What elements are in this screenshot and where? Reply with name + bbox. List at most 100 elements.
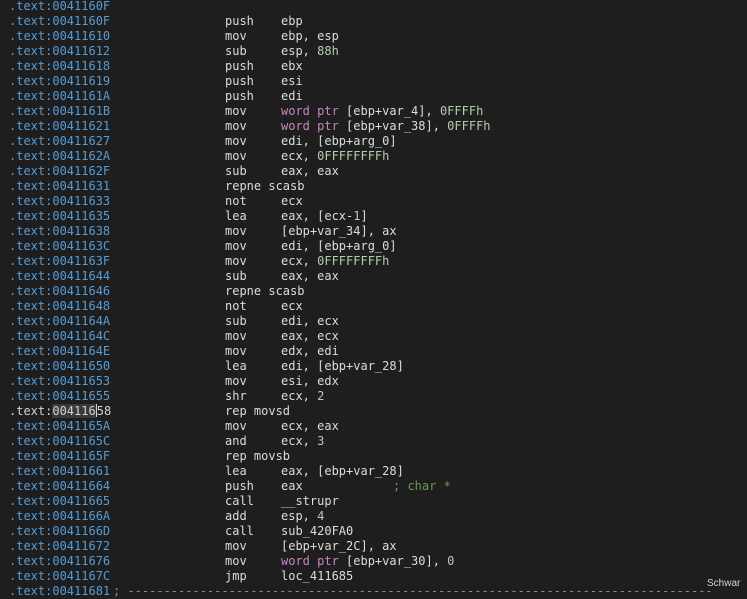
disasm-line[interactable]: .text:00411664 push eax ; char * — [0, 479, 747, 494]
address-label[interactable]: .text:00411658 — [9, 404, 111, 419]
disasm-line[interactable]: .text:00411646 repne scasb — [0, 284, 747, 299]
address-label[interactable]: .text:0041167C — [9, 569, 110, 584]
address-label[interactable]: .text:00411665 — [9, 494, 110, 509]
operands[interactable]: [ebp+var_2C], ax — [281, 539, 397, 554]
operands[interactable]: eax, eax — [281, 164, 339, 179]
address-label[interactable]: .text:0041163C — [9, 239, 110, 254]
address-label[interactable]: .text:00411646 — [9, 284, 110, 299]
disasm-line[interactable]: .text:00411672 mov [ebp+var_2C], ax — [0, 539, 747, 554]
address-label[interactable]: .text:0041160F — [9, 0, 110, 14]
operands[interactable]: ecx, 2 — [281, 389, 324, 404]
operands[interactable]: ecx, 0FFFFFFFFh — [281, 149, 389, 164]
disasm-line[interactable]: .text:00411638 mov [ebp+var_34], ax — [0, 224, 747, 239]
disasm-line[interactable]: .text:00411619 push esi — [0, 74, 747, 89]
disasm-line[interactable]: .text:00411644 sub eax, eax — [0, 269, 747, 284]
address-label[interactable]: .text:0041164C — [9, 329, 110, 344]
disasm-line[interactable]: .text:0041160F — [0, 0, 747, 14]
disasm-line[interactable]: .text:0041163F mov ecx, 0FFFFFFFFh — [0, 254, 747, 269]
operands[interactable]: [ebp+var_34], ax — [281, 224, 397, 239]
address-label[interactable]: .text:0041166D — [9, 524, 110, 539]
address-label[interactable]: .text:0041163F — [9, 254, 110, 269]
address-label[interactable]: .text:00411610 — [9, 29, 110, 44]
address-label[interactable]: .text:0041165F — [9, 449, 110, 464]
operands[interactable]: ecx, 3 — [281, 434, 324, 449]
operands[interactable]: loc_411685 — [281, 569, 353, 584]
operands[interactable]: esp, 4 — [281, 509, 324, 524]
operands[interactable]: eax — [281, 479, 303, 494]
operands[interactable]: edi, [ebp+arg_0] — [281, 239, 397, 254]
disasm-line[interactable]: .text:0041160F push ebp — [0, 14, 747, 29]
address-label[interactable]: .text:0041165C — [9, 434, 110, 449]
address-label[interactable]: .text:0041162A — [9, 149, 110, 164]
disasm-line[interactable]: .text:00411653 mov esi, edx — [0, 374, 747, 389]
disasm-line[interactable]: .text:0041164C mov eax, ecx — [0, 329, 747, 344]
address-label[interactable]: .text:00411644 — [9, 269, 110, 284]
operands[interactable]: __strupr — [281, 494, 339, 509]
disasm-line[interactable]: .text:0041166A add esp, 4 — [0, 509, 747, 524]
address-label[interactable]: .text:00411653 — [9, 374, 110, 389]
address-label[interactable]: .text:00411676 — [9, 554, 110, 569]
address-label[interactable]: .text:00411619 — [9, 74, 110, 89]
operands[interactable]: edi, ecx — [281, 314, 339, 329]
address-label[interactable]: .text:00411648 — [9, 299, 110, 314]
disasm-line[interactable]: .text:00411618 push ebx — [0, 59, 747, 74]
disasm-line[interactable]: .text:00411612 sub esp, 88h — [0, 44, 747, 59]
operands[interactable]: ecx — [281, 194, 303, 209]
address-label[interactable]: .text:00411681 — [9, 584, 110, 599]
address-label[interactable]: .text:0041161B — [9, 104, 110, 119]
address-label[interactable]: .text:00411635 — [9, 209, 110, 224]
address-label[interactable]: .text:0041160F — [9, 14, 110, 29]
operands[interactable]: ebp — [281, 14, 303, 29]
address-label[interactable]: .text:00411618 — [9, 59, 110, 74]
address-label[interactable]: .text:00411664 — [9, 479, 110, 494]
operands[interactable]: edi, [ebp+var_28] — [281, 359, 404, 374]
disasm-line[interactable]: .text:0041166D call sub_420FA0 — [0, 524, 747, 539]
disasm-line[interactable]: .text:00411658 rep movsd — [0, 404, 747, 419]
disasm-line[interactable]: .text:0041161A push edi — [0, 89, 747, 104]
operands[interactable]: eax, ecx — [281, 329, 339, 344]
operands[interactable]: word ptr [ebp+var_30], 0 — [281, 554, 454, 569]
disasm-line[interactable]: .text:0041162A mov ecx, 0FFFFFFFFh — [0, 149, 747, 164]
address-label[interactable]: .text:0041164E — [9, 344, 110, 359]
operands[interactable]: word ptr [ebp+var_4], 0FFFFh — [281, 104, 483, 119]
disasm-line[interactable]: .text:0041165A mov ecx, eax — [0, 419, 747, 434]
disasm-line[interactable]: .text:00411631 repne scasb — [0, 179, 747, 194]
disasm-line[interactable]: .text:00411655 shr ecx, 2 — [0, 389, 747, 404]
operands[interactable]: edx, edi — [281, 344, 339, 359]
operands[interactable]: edi, [ebp+arg_0] — [281, 134, 397, 149]
operands[interactable]: esi — [281, 74, 303, 89]
operands[interactable]: eax, eax — [281, 269, 339, 284]
address-label[interactable]: .text:00411621 — [9, 119, 110, 134]
disassembly-view[interactable]: .text:0041160F .text:0041160F push ebp .text… — [0, 0, 747, 598]
operands[interactable]: eax, [ebp+var_28] — [281, 464, 404, 479]
disasm-line[interactable]: .text:0041167C jmp loc_411685 — [0, 569, 747, 584]
address-label[interactable]: .text:00411627 — [9, 134, 110, 149]
operands[interactable]: word ptr [ebp+var_38], 0FFFFh — [281, 119, 491, 134]
disasm-line[interactable]: .text:0041161B mov word ptr [ebp+var_4], 0… — [0, 104, 747, 119]
operands[interactable]: ecx, eax — [281, 419, 339, 434]
address-label[interactable]: .text:00411631 — [9, 179, 110, 194]
disasm-line[interactable]: .text:0041164E mov edx, edi — [0, 344, 747, 359]
address-label[interactable]: .text:0041164A — [9, 314, 110, 329]
operands[interactable]: sub_420FA0 — [281, 524, 353, 539]
disasm-line[interactable]: .text:00411627 mov edi, [ebp+arg_0] — [0, 134, 747, 149]
disasm-line[interactable]: .text:00411633 not ecx — [0, 194, 747, 209]
address-label[interactable]: .text:00411612 — [9, 44, 110, 59]
disasm-line[interactable]: .text:00411648 not ecx — [0, 299, 747, 314]
disasm-line[interactable]: .text:0041162F sub eax, eax — [0, 164, 747, 179]
disasm-line[interactable]: .text:00411635 lea eax, [ecx-1] — [0, 209, 747, 224]
disasm-line[interactable]: .text:00411676 mov word ptr [ebp+var_30], … — [0, 554, 747, 569]
address-label[interactable]: .text:00411638 — [9, 224, 110, 239]
operands[interactable]: eax, [ecx-1] — [281, 209, 368, 224]
operands[interactable]: ecx, 0FFFFFFFFh — [281, 254, 389, 269]
disasm-line[interactable]: .text:0041165F rep movsb — [0, 449, 747, 464]
operands[interactable]: esi, edx — [281, 374, 339, 389]
disasm-line[interactable]: .text:0041164A sub edi, ecx — [0, 314, 747, 329]
operands[interactable]: ebx — [281, 59, 303, 74]
disasm-line[interactable]: .text:00411610 mov ebp, esp — [0, 29, 747, 44]
operands[interactable]: edi — [281, 89, 303, 104]
address-label[interactable]: .text:0041166A — [9, 509, 110, 524]
address-label[interactable]: .text:00411633 — [9, 194, 110, 209]
address-label[interactable]: .text:0041165A — [9, 419, 110, 434]
disasm-line[interactable]: .text:00411661 lea eax, [ebp+var_28] — [0, 464, 747, 479]
